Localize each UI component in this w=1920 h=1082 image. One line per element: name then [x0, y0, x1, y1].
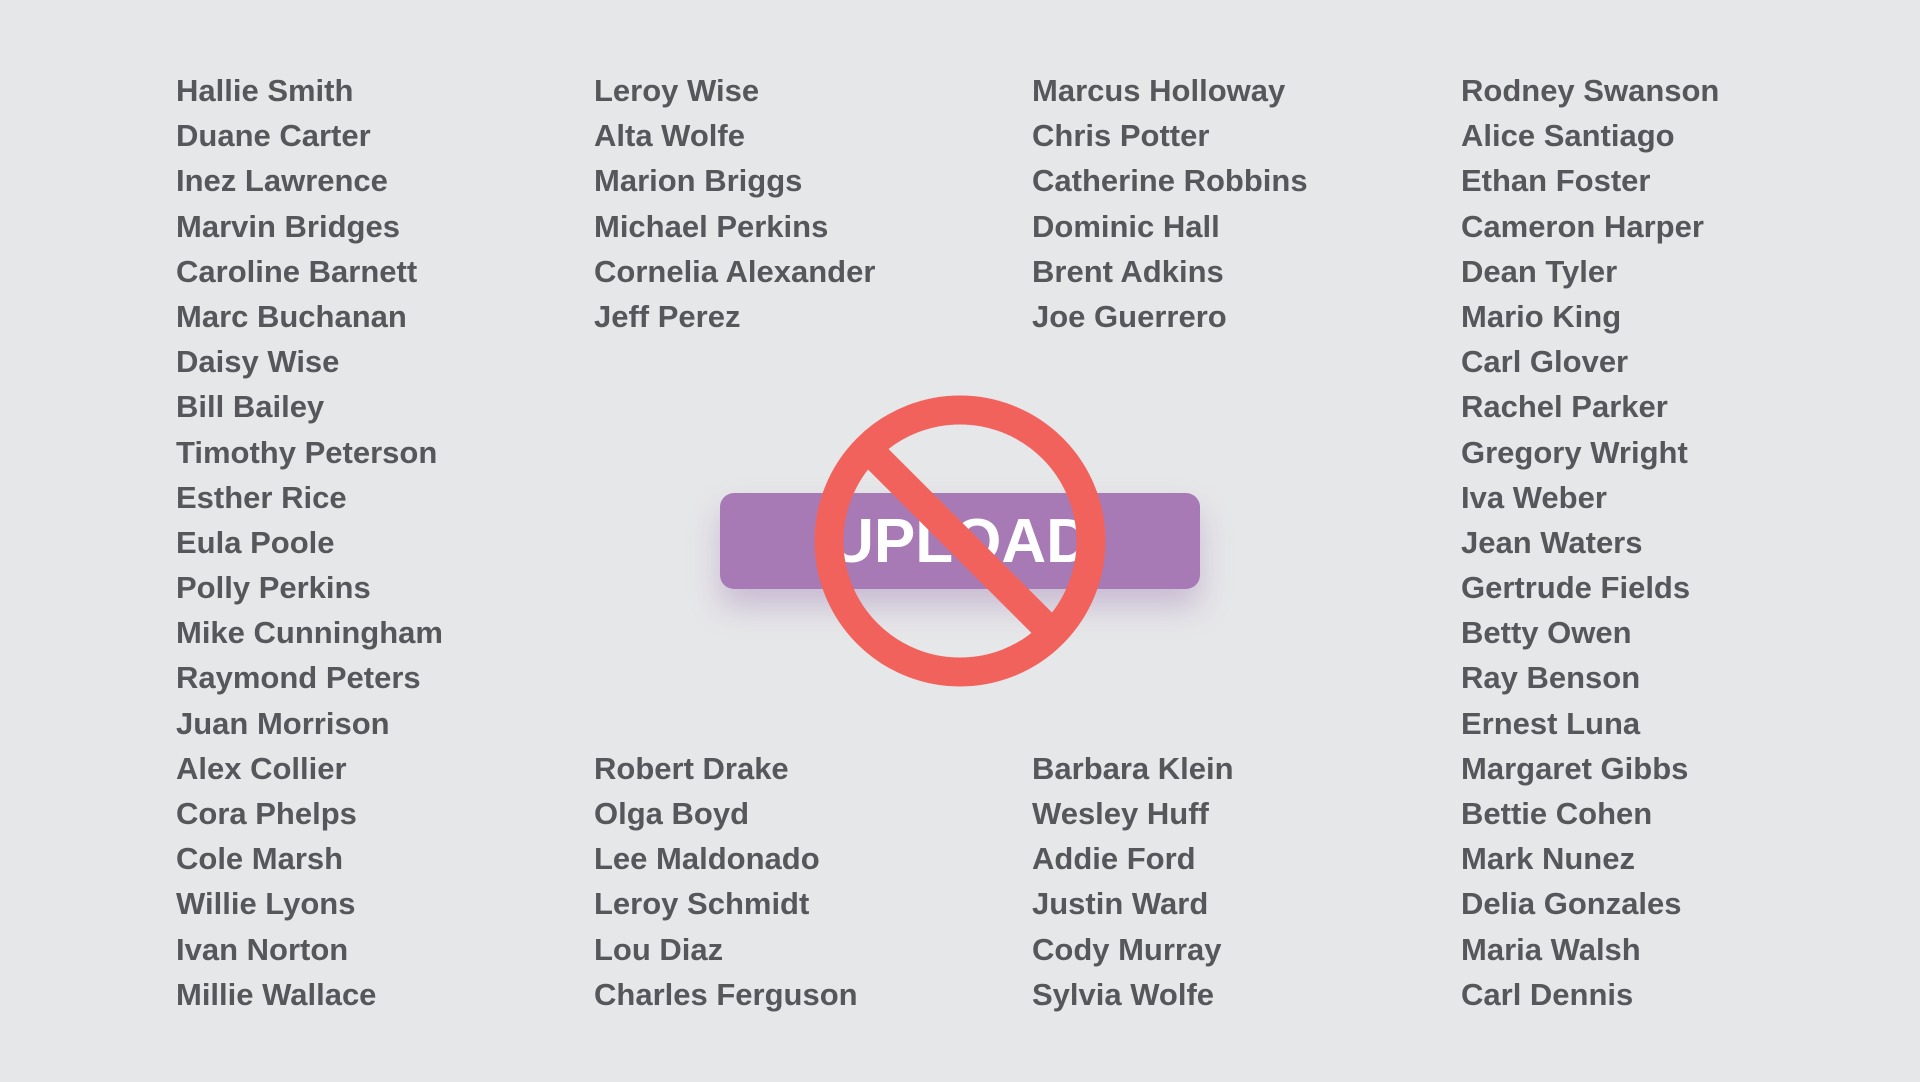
list-item: Cora Phelps: [176, 796, 357, 831]
list-item: Justin Ward: [1032, 886, 1209, 922]
list-item: Sylvia Wolfe: [1032, 976, 1215, 1012]
list-item: Mario King: [1461, 298, 1622, 334]
list-item: Marvin Bridges: [176, 208, 400, 244]
list-item: Inez Lawrence: [176, 163, 388, 199]
list-item: Rachel Parker: [1461, 389, 1668, 425]
list-item: Alex Collier: [176, 750, 347, 786]
list-item: Esther Rice: [176, 479, 347, 515]
list-item: Catherine Robbins: [1032, 163, 1308, 199]
list-item: Duane Carter: [176, 118, 371, 154]
list-item: Eula Poole: [176, 524, 335, 560]
list-item: Delia Gonzales: [1461, 886, 1682, 922]
list-item: Cornelia Alexander: [594, 253, 876, 289]
list-item: Robert Drake: [594, 750, 789, 786]
list-item: Rodney Swanson: [1461, 73, 1720, 108]
list-item: Barbara Klein: [1032, 750, 1234, 786]
list-item: Jean Waters: [1461, 524, 1643, 560]
list-item: Cameron Harper: [1461, 208, 1704, 244]
list-item: Cody Murray: [1032, 931, 1222, 967]
list-item: Marc Buchanan: [176, 298, 407, 334]
list-item: Dominic Hall: [1032, 208, 1220, 244]
list-item: Raymond Peters: [176, 660, 421, 696]
list-item: Caroline Barnett: [176, 253, 418, 289]
list-item: Daisy Wise: [176, 344, 340, 380]
list-item: Dean Tyler: [1461, 253, 1618, 289]
list-item: Bill Bailey: [176, 389, 325, 425]
list-item: Jeff Perez: [594, 298, 741, 334]
list-item: Marcus Holloway: [1032, 73, 1286, 108]
list-item: Ivan Norton: [176, 931, 349, 967]
list-item: Margaret Gibbs: [1461, 750, 1689, 786]
list-item: Alta Wolfe: [594, 118, 745, 154]
list-item: Gregory Wright: [1461, 434, 1688, 470]
list-item: Timothy Peterson: [176, 434, 438, 470]
list-item: Joe Guerrero: [1032, 298, 1227, 334]
list-item: Leroy Schmidt: [594, 886, 810, 922]
list-item: Lee Maldonado: [594, 841, 820, 877]
list-item: Addie Ford: [1032, 841, 1196, 877]
list-item: Gertrude Fields: [1461, 570, 1691, 606]
list-item: Olga Boyd: [594, 796, 750, 831]
list-item: Chris Potter: [1032, 118, 1210, 154]
list-item: Hallie Smith: [176, 73, 354, 108]
list-item: Maria Walsh: [1461, 931, 1641, 967]
list-item: Betty Owen: [1461, 615, 1632, 651]
list-item: Carl Glover: [1461, 344, 1629, 380]
list-item: Michael Perkins: [594, 208, 829, 244]
list-item: Mike Cunningham: [176, 615, 443, 651]
list-item: Ray Benson: [1461, 660, 1641, 696]
list-item: Ethan Foster: [1461, 163, 1651, 199]
list-item: Juan Morrison: [176, 705, 390, 741]
list-item: Marion Briggs: [594, 163, 803, 199]
list-item: Brent Adkins: [1032, 253, 1224, 289]
upload-button[interactable]: UPLOAD: [720, 493, 1200, 589]
list-item: Alice Santiago: [1461, 118, 1675, 154]
list-item: Mark Nunez: [1461, 841, 1635, 877]
name-column-1: Hallie Smith Duane Carter Inez Lawrence …: [176, 68, 443, 1017]
list-item: Lou Diaz: [594, 931, 724, 967]
list-item: Charles Ferguson: [594, 976, 858, 1012]
list-item: Cole Marsh: [176, 841, 344, 877]
name-column-4: Rodney Swanson Alice Santiago Ethan Fost…: [1461, 68, 1719, 1017]
list-item: Carl Dennis: [1461, 976, 1634, 1012]
list-item: Millie Wallace: [176, 976, 377, 1012]
list-item: Bettie Cohen: [1461, 796, 1653, 831]
list-item: Leroy Wise: [594, 73, 760, 108]
list-item: Ernest Luna: [1461, 705, 1641, 741]
list-item: Willie Lyons: [176, 886, 356, 922]
list-item: Wesley Huff: [1032, 796, 1209, 831]
list-item: Iva Weber: [1461, 479, 1607, 515]
list-item: Polly Perkins: [176, 570, 371, 606]
